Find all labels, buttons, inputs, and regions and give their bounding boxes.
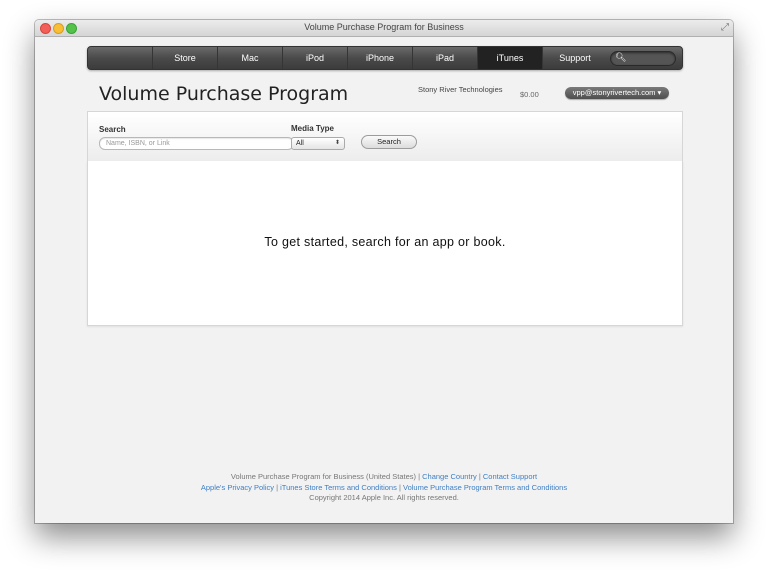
itunes-terms-link[interactable]: iTunes Store Terms and Conditions <box>280 483 397 492</box>
search-panel: Search Name, ISBN, or Link Media Type Al… <box>87 111 683 163</box>
privacy-policy-link[interactable]: Apple's Privacy Policy <box>201 483 274 492</box>
title-bar: Volume Purchase Program for Business ⤢ <box>35 20 733 37</box>
nav-support[interactable]: Support <box>543 47 607 69</box>
results-panel: To get started, search for an app or boo… <box>87 161 683 326</box>
nav-store[interactable]: Store <box>153 47 218 69</box>
fullscreen-icon[interactable]: ⤢ <box>721 22 729 33</box>
account-balance: $0.00 <box>520 90 539 99</box>
select-arrows-icon: ⬍ <box>334 140 340 146</box>
media-type-select[interactable]: All ⬍ <box>291 137 345 150</box>
nav-ipod[interactable]: iPod <box>283 47 348 69</box>
footer: Volume Purchase Program for Business (Un… <box>35 472 733 504</box>
media-type-label: Media Type <box>291 124 334 133</box>
browser-window: Volume Purchase Program for Business ⤢ S… <box>35 20 733 523</box>
nav-mac[interactable]: Mac <box>218 47 283 69</box>
nav-iphone[interactable]: iPhone <box>348 47 413 69</box>
media-type-value: All <box>296 140 304 147</box>
top-navigation-bar: Store Mac iPod iPhone iPad iTunes Suppor… <box>87 46 683 70</box>
vpp-terms-link[interactable]: Volume Purchase Program Terms and Condit… <box>403 483 567 492</box>
nav-itunes[interactable]: iTunes <box>478 47 543 69</box>
page-title: Volume Purchase Program <box>99 83 349 105</box>
contact-support-link[interactable]: Contact Support <box>483 472 537 481</box>
change-country-link[interactable]: Change Country <box>422 472 477 481</box>
search-icon: 🔍︎ <box>615 52 627 62</box>
empty-state-message: To get started, search for an app or boo… <box>264 235 506 249</box>
search-input[interactable]: Name, ISBN, or Link <box>99 137 294 150</box>
search-button[interactable]: Search <box>361 135 417 149</box>
apple-home-link[interactable] <box>88 47 153 69</box>
window-title: Volume Purchase Program for Business <box>304 22 464 32</box>
nav-ipad[interactable]: iPad <box>413 47 478 69</box>
copyright-text: Copyright 2014 Apple Inc. All rights res… <box>309 493 459 502</box>
footer-program-text: Volume Purchase Program for Business (Un… <box>230 472 416 481</box>
nav-search-field[interactable]: 🔍︎ <box>610 51 676 66</box>
account-name: Stony River Technologies <box>418 85 503 94</box>
account-menu-button[interactable]: vpp@stonyrivertech.com ▾ <box>565 87 669 99</box>
search-label: Search <box>99 125 126 134</box>
